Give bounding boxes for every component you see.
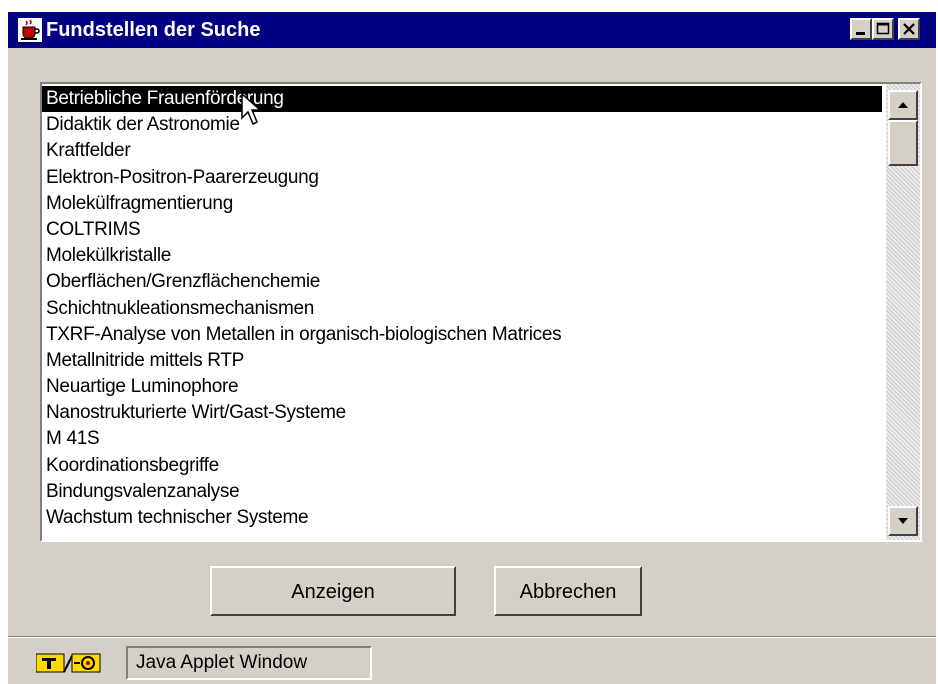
list-item[interactable]: Wachstum technischer Systeme	[42, 505, 882, 531]
arrow-down-icon	[898, 518, 908, 524]
status-text: Java Applet Window	[126, 646, 372, 680]
close-button[interactable]	[898, 18, 920, 40]
list-item[interactable]: Molekülfragmentierung	[42, 191, 882, 217]
list-item[interactable]: Metallnitride mittels RTP	[42, 348, 882, 374]
list-item[interactable]: Betriebliche Frauenförderung	[42, 86, 882, 113]
applet-window: Fundstellen der Suche Betriebliche Fraue…	[6, 10, 936, 684]
results-listbox[interactable]: Betriebliche Frauenförderung Didaktik der…	[40, 82, 922, 542]
list-item[interactable]: Koordinationsbegriffe	[42, 453, 882, 479]
vertical-scrollbar[interactable]	[886, 84, 920, 540]
scroll-up-button[interactable]	[888, 90, 918, 120]
title-bar[interactable]: Fundstellen der Suche	[8, 12, 936, 48]
list-item[interactable]: Bindungsvalenzanalyse	[42, 479, 882, 505]
list-item[interactable]: COLTRIMS	[42, 217, 882, 243]
maximize-button[interactable]	[872, 18, 894, 40]
coffee-cup-icon[interactable]	[18, 18, 42, 42]
list-item[interactable]: Schichtnukleationsmechanismen	[42, 296, 882, 322]
java-applet-icon	[35, 652, 108, 674]
list-item[interactable]: TXRF-Analyse von Metallen in organisch-b…	[42, 322, 882, 348]
scroll-thumb[interactable]	[888, 120, 918, 166]
minimize-button[interactable]	[850, 18, 872, 40]
list-item[interactable]: Neuartige Luminophore	[42, 374, 882, 400]
minimize-icon	[856, 32, 865, 35]
list-item[interactable]: Kraftfelder	[42, 138, 882, 164]
window-title: Fundstellen der Suche	[46, 19, 261, 41]
list-item[interactable]: Nanostrukturierte Wirt/Gast-Systeme	[42, 400, 882, 426]
maximize-icon	[876, 22, 890, 35]
arrow-up-icon	[898, 102, 908, 108]
list-item[interactable]: M 41S	[42, 426, 882, 452]
scroll-down-button[interactable]	[888, 506, 918, 536]
mouse-cursor	[241, 92, 262, 126]
cancel-button[interactable]: Abbrechen	[494, 566, 642, 616]
list-item[interactable]: Didaktik der Astronomie	[42, 112, 882, 138]
list-item[interactable]: Oberflächen/Grenzflächenchemie	[42, 269, 882, 295]
list-item[interactable]: Molekülkristalle	[42, 243, 882, 269]
list-item[interactable]: Elektron-Positron-Paarerzeugung	[42, 165, 882, 191]
close-icon	[903, 23, 915, 35]
results-list[interactable]: Betriebliche Frauenförderung Didaktik der…	[42, 86, 882, 540]
status-divider	[8, 636, 936, 638]
show-button[interactable]: Anzeigen	[210, 566, 456, 616]
